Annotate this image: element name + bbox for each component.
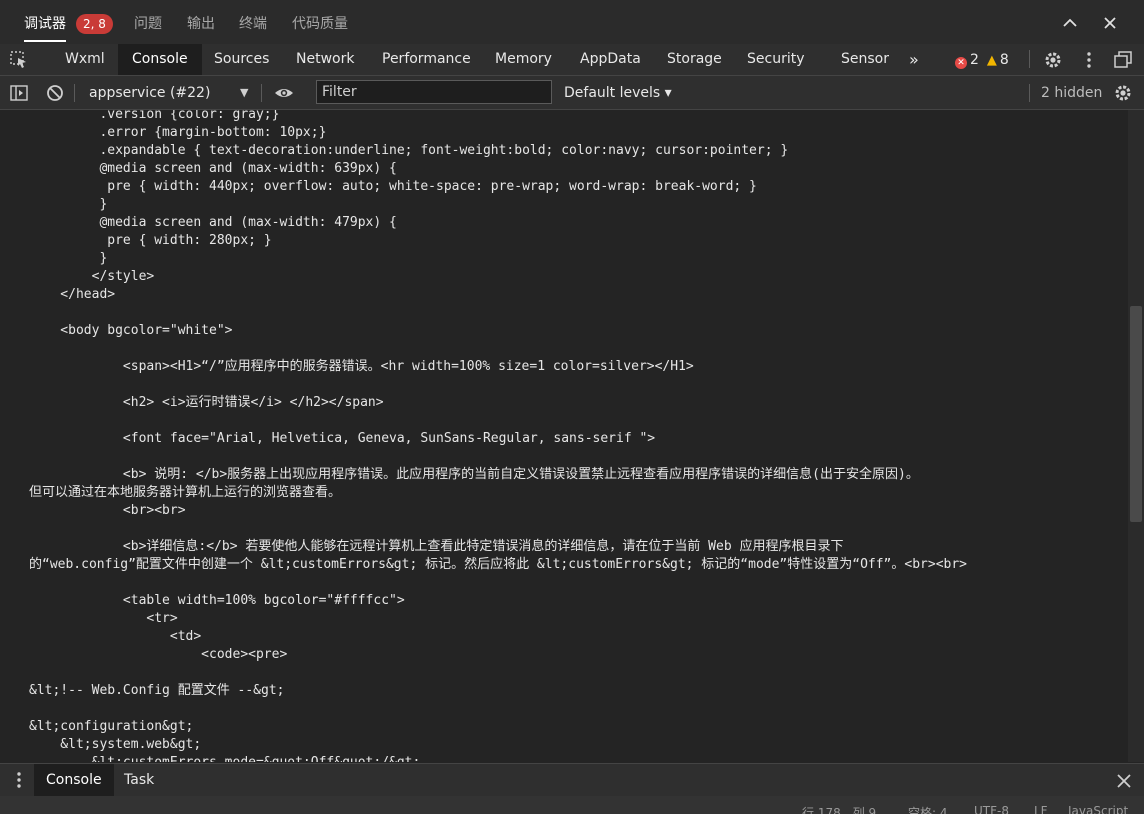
eye-icon[interactable] (274, 83, 294, 103)
devtools-window: 调试器 2, 8 问题 输出 终端 代码质量 Wxml Console Sour… (0, 0, 1144, 814)
console-line: <span><H1>“/”应用程序中的服务器错误。<hr width=100% … (29, 359, 694, 374)
console-line: .error {margin-bottom: 10px;} (29, 125, 327, 140)
tab-sensor[interactable]: Sensor (841, 44, 889, 75)
console-line: </style> (29, 269, 155, 284)
drawer-tab-task[interactable]: Task (124, 764, 154, 797)
console-line: <b> 说明: </b>服务器上出现应用程序错误。此应用程序的当前自定义错误设置… (29, 467, 919, 482)
console-message-text: .version {color: gray;} .error {margin-b… (29, 110, 967, 762)
indentation[interactable]: 空格: 4 (908, 804, 948, 814)
chevron-up-icon[interactable] (1061, 14, 1079, 32)
console-toolbar: appservice (#22) ▼ Default levels ▾ 2 hi… (0, 76, 1144, 110)
tab-terminal[interactable]: 终端 (239, 0, 267, 44)
tab-performance[interactable]: Performance (382, 44, 471, 75)
error-icon: ✕ (955, 57, 967, 69)
drawer-tab-bar: Console Task (0, 763, 1144, 797)
console-line: &lt;system.web&gt; (29, 737, 202, 752)
console-line: @media screen and (max-width: 639px) { (29, 161, 397, 176)
console-line: <br><br> (29, 503, 186, 518)
console-settings-gear-icon[interactable] (1113, 83, 1133, 103)
tab-storage[interactable]: Storage (667, 44, 722, 75)
console-line: <h2> <i>运行时错误</i> </h2></span> (29, 395, 384, 410)
scrollbar-track[interactable] (1128, 110, 1144, 762)
console-line: <table width=100% bgcolor="#ffffcc"> (29, 593, 405, 608)
tab-output[interactable]: 输出 (187, 0, 215, 44)
more-tabs-icon[interactable]: » (909, 44, 919, 75)
console-line: @media screen and (max-width: 479px) { (29, 215, 397, 230)
kebab-menu-icon[interactable] (1079, 50, 1099, 70)
console-line: .expandable { text-decoration:underline;… (29, 143, 789, 158)
tab-wxml[interactable]: Wxml (65, 44, 105, 75)
warning-count: 8 (999, 52, 1009, 68)
scrollbar-thumb[interactable] (1130, 306, 1142, 522)
problem-count-badge: 2, 8 (76, 14, 113, 34)
tab-debugger[interactable]: 调试器 (24, 0, 66, 42)
divider (74, 84, 75, 102)
console-line: 但可以通过在本地服务器计算机上运行的浏览器查看。 (29, 485, 342, 500)
console-line: <font face="Arial, Helvetica, Geneva, Su… (29, 431, 656, 446)
log-levels-dropdown[interactable]: Default levels ▾ (564, 83, 672, 103)
console-line: <code><pre> (29, 647, 288, 662)
close-drawer-icon[interactable] (1114, 771, 1134, 791)
console-line: &lt;customErrors mode=&quot;Off&quot;/&g… (29, 755, 421, 762)
console-line: <tr> (29, 611, 178, 626)
devtools-tab-bar: Wxml Console Sources Network Performance… (0, 44, 1144, 76)
console-line: 的“web.config”配置文件中创建一个 &lt;customErrors&… (29, 557, 967, 572)
context-select[interactable]: appservice (#22) (89, 83, 210, 103)
filter-input[interactable] (316, 80, 552, 104)
console-line: <b>详细信息:</b> 若要使他人能够在远程计算机上查看此特定错误消息的详细信… (29, 539, 844, 554)
panel-tab-bar: 调试器 2, 8 问题 输出 终端 代码质量 (0, 0, 1144, 45)
console-line: </head> (29, 287, 116, 302)
divider (261, 84, 262, 102)
tab-security[interactable]: Security (747, 44, 805, 75)
chevron-down-icon[interactable]: ▼ (240, 83, 248, 103)
tab-problems[interactable]: 问题 (134, 0, 162, 44)
error-count: 2 (970, 52, 979, 68)
divider (1029, 50, 1030, 68)
status-bar: 行 178，列 9 空格: 4 UTF-8 LF JavaScript (0, 796, 1144, 814)
tab-network[interactable]: Network (296, 44, 354, 75)
console-line: <body bgcolor="white"> (29, 323, 233, 338)
console-output[interactable]: .version {color: gray;} .error {margin-b… (0, 110, 1144, 762)
console-line: &lt;!-- Web.Config 配置文件 --&gt; (29, 683, 285, 698)
gear-icon[interactable] (1043, 50, 1063, 70)
drawer-menu-icon[interactable] (9, 770, 29, 790)
cursor-position[interactable]: 行 178，列 9 (802, 804, 876, 814)
console-line: } (29, 197, 108, 212)
warning-icon: ▲ (986, 53, 997, 68)
close-icon[interactable] (1101, 14, 1119, 32)
drawer-tab-console[interactable]: Console (34, 764, 114, 797)
tab-console[interactable]: Console (118, 44, 202, 75)
tab-appdata[interactable]: AppData (580, 44, 641, 75)
encoding[interactable]: UTF-8 (974, 804, 1009, 814)
console-line: .version {color: gray;} (29, 110, 280, 122)
console-line: pre { width: 280px; } (29, 233, 272, 248)
tab-memory[interactable]: Memory (495, 44, 552, 75)
issue-counter[interactable]: ✕ 2 ▲ 8 (955, 50, 1009, 70)
divider (1029, 84, 1030, 102)
console-line: &lt;configuration&gt; (29, 719, 194, 734)
undock-icon[interactable] (1113, 50, 1133, 70)
console-line: } (29, 251, 108, 266)
line-ending[interactable]: LF (1034, 804, 1048, 814)
language-mode[interactable]: JavaScript (1068, 804, 1128, 814)
tab-sources[interactable]: Sources (214, 44, 269, 75)
inspect-element-icon[interactable] (9, 50, 29, 70)
hidden-messages-count: 2 hidden (1041, 85, 1103, 101)
show-sidebar-icon[interactable] (9, 83, 29, 103)
console-line: pre { width: 440px; overflow: auto; whit… (29, 179, 757, 194)
clear-console-icon[interactable] (45, 83, 65, 103)
console-line: <td> (29, 629, 202, 644)
tab-code-quality[interactable]: 代码质量 (292, 0, 348, 44)
